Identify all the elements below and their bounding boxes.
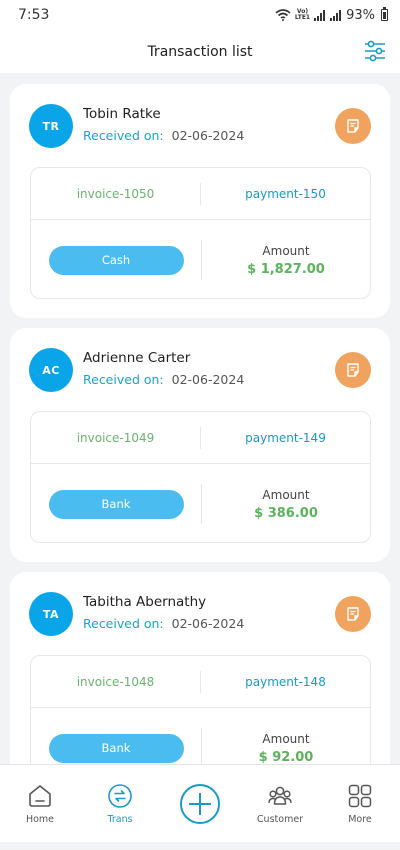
wifi-icon <box>275 9 291 21</box>
payment-link[interactable]: payment-148 <box>201 675 370 689</box>
nav-customer-label: Customer <box>256 814 304 825</box>
customer-name: Tobin Ratke <box>83 106 161 122</box>
app-header: Transaction list <box>0 30 400 73</box>
note-icon <box>347 607 359 621</box>
reference-row: invoice-1050 payment-150 <box>31 168 370 220</box>
amount-label: Amount <box>262 243 310 258</box>
amount-label: Amount <box>262 731 310 746</box>
received-date: 02-06-2024 <box>171 128 245 143</box>
method-cell: Cash <box>31 245 201 275</box>
transaction-details: invoice-1050 payment-150 Cash Amount $ 1… <box>30 167 371 299</box>
avatar: TR <box>29 104 73 148</box>
nav-more-label: More <box>348 814 372 825</box>
gesture-bar-area <box>0 842 400 850</box>
received-label: Received on: <box>83 128 164 143</box>
lte-indicator: Vo) LTE1 <box>295 9 310 21</box>
note-button[interactable] <box>335 352 371 388</box>
payment-link[interactable]: payment-149 <box>201 431 370 445</box>
invoice-link[interactable]: invoice-1048 <box>31 675 200 689</box>
amount-value: $ 386.00 <box>254 505 318 521</box>
page-title: Transaction list <box>147 43 253 60</box>
transaction-card[interactable]: TR Tobin Ratke Received on: 02-06-2024 i… <box>10 84 390 318</box>
note-button[interactable] <box>335 596 371 632</box>
amount-value: $ 92.00 <box>258 749 314 765</box>
amount-row: Bank Amount $ 386.00 <box>31 464 370 544</box>
payment-method-button[interactable]: Bank <box>48 489 184 519</box>
status-icons: Vo) LTE1 93% <box>275 7 388 23</box>
note-icon <box>347 119 359 133</box>
customer-name: Adrienne Carter <box>83 350 191 366</box>
received-on: Received on: 02-06-2024 <box>83 128 244 143</box>
received-on: Received on: 02-06-2024 <box>83 616 244 631</box>
nav-trans[interactable]: Trans <box>85 765 155 825</box>
signal-icon <box>330 9 342 21</box>
bottom-navigation: Home Trans Customer More <box>0 764 400 842</box>
battery-icon <box>381 7 388 21</box>
payment-method-button[interactable]: Bank <box>48 733 184 763</box>
transfer-icon <box>108 784 132 808</box>
amount-label: Amount <box>262 487 310 502</box>
signal-icon <box>314 9 326 21</box>
method-cell: Bank <box>31 733 201 763</box>
transaction-list: TR Tobin Ratke Received on: 02-06-2024 i… <box>10 84 390 816</box>
nav-trans-label: Trans <box>107 814 133 825</box>
received-label: Received on: <box>83 372 164 387</box>
nav-more[interactable]: More <box>325 765 395 825</box>
users-icon <box>268 786 292 805</box>
status-bar: 7:53 Vo) LTE1 93% <box>0 0 400 30</box>
battery-percent: 93% <box>346 7 375 23</box>
nav-customer[interactable]: Customer <box>245 765 315 825</box>
note-icon <box>347 363 359 377</box>
transaction-list-screen: 7:53 Vo) LTE1 93% Transaction list TR To… <box>0 0 400 850</box>
received-label: Received on: <box>83 616 164 631</box>
sliders-icon[interactable] <box>362 38 388 64</box>
received-on: Received on: 02-06-2024 <box>83 372 244 387</box>
nav-home[interactable]: Home <box>5 765 75 825</box>
amount-value: $ 1,827.00 <box>247 261 325 277</box>
amount-cell: Amount $ 386.00 <box>202 488 370 521</box>
invoice-link[interactable]: invoice-1049 <box>31 431 200 445</box>
received-date: 02-06-2024 <box>171 372 245 387</box>
lte-bottom: LTE1 <box>294 14 311 21</box>
nav-home-label: Home <box>25 814 55 825</box>
received-date: 02-06-2024 <box>171 616 245 631</box>
customer-name: Tabitha Abernathy <box>83 594 207 610</box>
payment-method-button[interactable]: Cash <box>48 245 184 275</box>
status-time: 7:53 <box>18 7 50 23</box>
avatar: AC <box>29 348 73 392</box>
amount-cell: Amount $ 1,827.00 <box>202 244 370 277</box>
transaction-card[interactable]: AC Adrienne Carter Received on: 02-06-20… <box>10 328 390 562</box>
note-button[interactable] <box>335 108 371 144</box>
add-circle-icon <box>180 784 220 824</box>
nav-add[interactable] <box>165 765 235 825</box>
payment-link[interactable]: payment-150 <box>201 187 370 201</box>
home-icon <box>29 785 51 807</box>
reference-row: invoice-1048 payment-148 <box>31 656 370 708</box>
invoice-link[interactable]: invoice-1050 <box>31 187 200 201</box>
method-cell: Bank <box>31 489 201 519</box>
amount-row: Cash Amount $ 1,827.00 <box>31 220 370 300</box>
avatar: TA <box>29 592 73 636</box>
reference-row: invoice-1049 payment-149 <box>31 412 370 464</box>
amount-cell: Amount $ 92.00 <box>202 732 370 765</box>
grid-icon <box>348 784 372 808</box>
transaction-details: invoice-1049 payment-149 Bank Amount $ 3… <box>30 411 371 543</box>
